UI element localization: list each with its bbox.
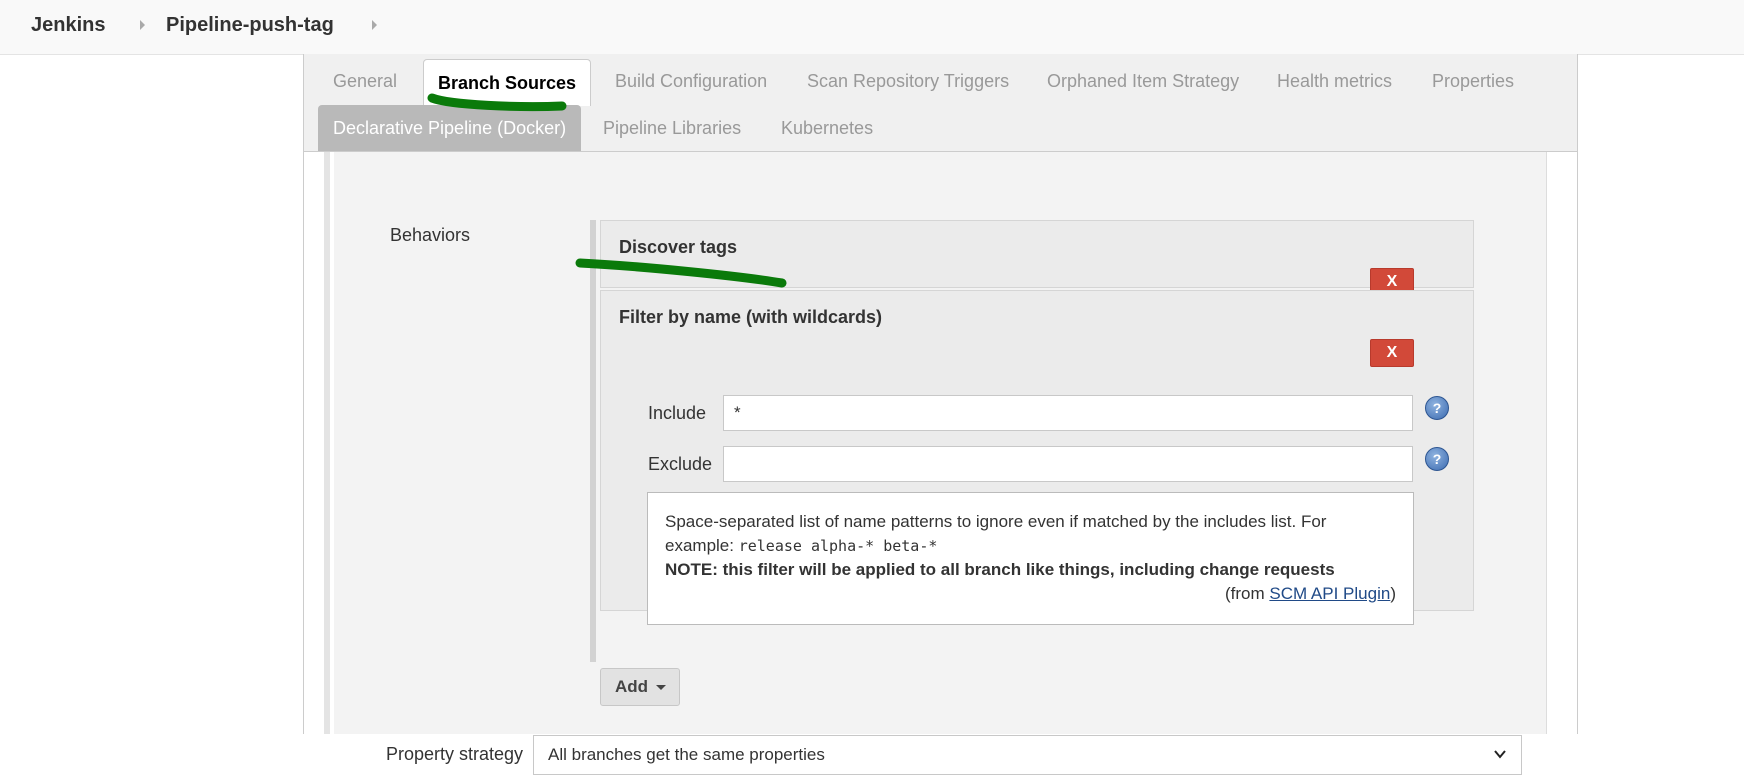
include-label: Include: [648, 403, 707, 423]
section-indent-bar: [324, 152, 330, 734]
property-strategy-select[interactable]: All branches get the same properties: [533, 735, 1522, 775]
help-note: NOTE: this filter will be applied to all…: [665, 560, 1335, 579]
tab-orphaned-item-strategy[interactable]: Orphaned Item Strategy: [1047, 71, 1239, 92]
tab-kubernetes[interactable]: Kubernetes: [781, 118, 873, 139]
breadcrumb: Jenkins Pipeline-push-tag: [0, 0, 1744, 55]
tab-branch-sources[interactable]: Branch Sources: [423, 59, 592, 106]
tab-declarative-pipeline-docker[interactable]: Declarative Pipeline (Docker): [318, 105, 582, 151]
chevron-right-icon[interactable]: [372, 20, 377, 30]
tab-scan-repository-triggers[interactable]: Scan Repository Triggers: [807, 71, 1009, 92]
exclude-input[interactable]: [723, 446, 1413, 482]
breadcrumb-job[interactable]: Pipeline-push-tag: [166, 14, 334, 37]
include-input[interactable]: [723, 395, 1413, 431]
help-source-prefix: (from: [1224, 584, 1270, 603]
add-button-label: Add: [615, 677, 649, 696]
caret-down-icon: [656, 685, 666, 690]
chevron-down-icon: [1494, 750, 1506, 759]
property-strategy-value: All branches get the same properties: [548, 745, 825, 764]
help-icon[interactable]: ?: [1425, 396, 1449, 420]
tab-pipeline-libraries[interactable]: Pipeline Libraries: [603, 118, 741, 139]
exclude-help-text: Space-separated list of name patterns to…: [647, 492, 1414, 625]
tab-general[interactable]: General: [333, 71, 397, 92]
property-strategy-label: Property strategy: [386, 744, 524, 764]
behaviors-label: Behaviors: [390, 225, 471, 245]
discover-tags-behavior: Discover tags: [600, 220, 1474, 288]
help-icon[interactable]: ?: [1425, 447, 1449, 471]
help-code-example: release alpha-* beta-*: [738, 537, 938, 555]
help-source: (from SCM API Plugin): [665, 582, 1396, 606]
tab-properties[interactable]: Properties: [1432, 71, 1514, 92]
tab-build-configuration[interactable]: Build Configuration: [615, 71, 767, 92]
breadcrumb-jenkins[interactable]: Jenkins: [31, 14, 105, 37]
add-behavior-button[interactable]: Add: [600, 668, 680, 706]
config-panel: General Branch Sources Build Configurati…: [303, 54, 1578, 775]
tab-health-metrics[interactable]: Health metrics: [1277, 71, 1392, 92]
filter-by-name-title: Filter by name (with wildcards): [619, 307, 883, 327]
behaviors-indent-bar: [590, 220, 596, 662]
delete-filter-button[interactable]: X: [1370, 339, 1414, 367]
scm-api-plugin-link[interactable]: SCM API Plugin: [1269, 584, 1390, 603]
chevron-right-icon[interactable]: [140, 20, 145, 30]
tab-bar: General Branch Sources Build Configurati…: [304, 54, 1577, 152]
help-source-suffix: ): [1390, 584, 1396, 603]
exclude-label: Exclude: [648, 454, 713, 474]
branch-sources-section: Behaviors Discover tags X ? Filter by na…: [304, 152, 1577, 775]
discover-tags-title: Discover tags: [619, 237, 738, 257]
